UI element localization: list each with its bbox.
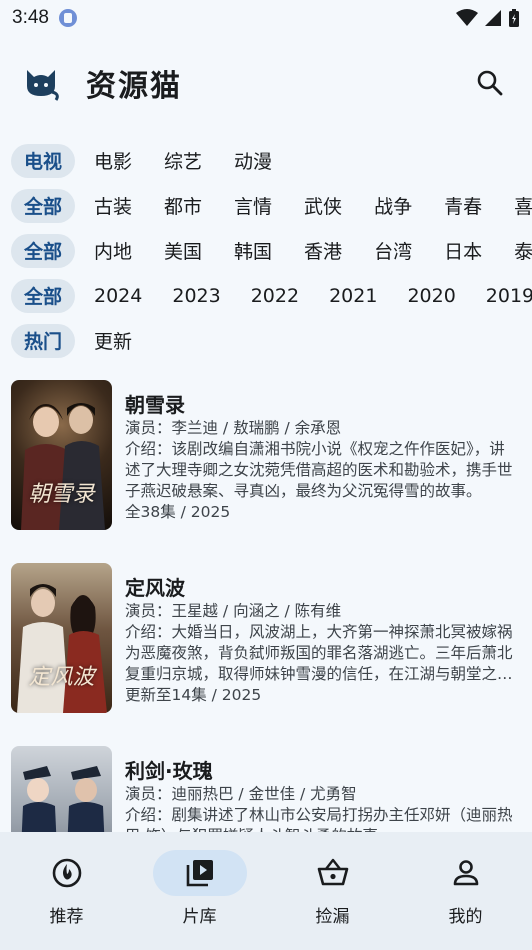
status-bar: 3:48 <box>0 0 532 36</box>
search-button[interactable] <box>470 63 510 103</box>
show-meta: 全38集 / 2025 <box>125 503 231 521</box>
show-cast: 演员：迪丽热巴 / 金世佳 / 尤勇智 <box>125 785 357 803</box>
filter-row-region: 全部 内地 美国 韩国 香港 台湾 日本 泰 <box>0 228 532 273</box>
nav-tab-recommend[interactable]: 推荐 <box>0 832 133 950</box>
show-cast: 演员：李兰迪 / 敖瑞鹏 / 余承恩 <box>125 419 342 437</box>
show-title: 朝雪录 <box>125 393 185 417</box>
show-description: 介绍：剧集讲述了林山市公安局打拐办主任邓妍（迪丽热巴 饰）与犯罪嫌疑人斗智斗勇的… <box>125 806 513 832</box>
nav-indicator <box>286 850 380 896</box>
filter-option[interactable]: 更新 <box>94 327 132 354</box>
filter-panel: 电视 电影 综艺 动漫 全部 古装 都市 言情 武侠 战争 青春 喜 全部 内地… <box>0 138 532 363</box>
nav-label: 片库 <box>182 907 217 927</box>
person-icon <box>453 860 478 886</box>
filter-option[interactable]: 美国 <box>164 237 202 264</box>
show-title: 利剑·玫瑰 <box>125 759 213 783</box>
status-time: 3:48 <box>12 7 49 28</box>
list-item[interactable]: 利剑·玫瑰 演员：迪丽热巴 / 金世佳 / 尤勇智 介绍：剧集讲述了林山市公安局… <box>0 746 532 832</box>
filter-chip-selected[interactable]: 全部 <box>11 188 75 223</box>
filter-option[interactable]: 动漫 <box>234 147 272 174</box>
filter-option[interactable]: 战争 <box>374 192 412 219</box>
nav-indicator <box>152 850 247 896</box>
filter-chip-selected[interactable]: 电视 <box>11 143 75 178</box>
filter-option[interactable]: 2023 <box>172 285 220 307</box>
list-item[interactable]: 朝雪录 朝雪录 演员：李兰迪 / 敖瑞鹏 / 余承恩 介绍：该剧改编自潇湘书院小… <box>0 380 532 530</box>
list-item[interactable]: 定风波 定风波 演员：王星越 / 向涵之 / 陈有维 介绍：大婚当日，风波湖上，… <box>0 563 532 713</box>
filter-row-sort: 热门 更新 <box>0 318 532 363</box>
filter-row-type: 电视 电影 综艺 动漫 <box>0 138 532 183</box>
filter-option[interactable]: 香港 <box>304 237 342 264</box>
nav-tab-profile[interactable]: 我的 <box>399 832 532 950</box>
poster-image: 定风波 <box>11 563 112 713</box>
app-header: 资源猫 <box>0 50 532 116</box>
filter-option[interactable]: 韩国 <box>234 237 272 264</box>
filter-option[interactable]: 都市 <box>164 192 202 219</box>
filter-chip-selected[interactable]: 全部 <box>11 233 75 268</box>
app-notification-icon <box>58 9 77 27</box>
show-info: 利剑·玫瑰 演员：迪丽热巴 / 金世佳 / 尤勇智 介绍：剧集讲述了林山市公安局… <box>125 758 520 832</box>
poster-image: 朝雪录 <box>11 380 112 530</box>
filter-row-genre: 全部 古装 都市 言情 武侠 战争 青春 喜 <box>0 183 532 228</box>
bottom-navigation: 推荐 片库 捡漏 我的 <box>0 832 532 950</box>
cat-logo-icon <box>27 70 59 101</box>
nav-indicator <box>419 850 513 896</box>
nav-label: 我的 <box>448 907 483 927</box>
filter-option[interactable]: 综艺 <box>164 147 202 174</box>
filter-option[interactable]: 2020 <box>407 285 455 307</box>
show-info: 朝雪录 演员：李兰迪 / 敖瑞鹏 / 余承恩 介绍：该剧改编自潇湘书院小说《权宠… <box>125 392 520 523</box>
filter-option[interactable]: 台湾 <box>374 237 412 264</box>
filter-row-year: 全部 2024 2023 2022 2021 2020 2019 <box>0 273 532 318</box>
filter-option[interactable]: 电影 <box>94 147 132 174</box>
wifi-icon <box>456 9 478 26</box>
basket-icon <box>317 858 348 886</box>
nav-label: 捡漏 <box>315 907 350 927</box>
filter-option[interactable]: 2024 <box>94 285 142 307</box>
filter-chip-selected[interactable]: 全部 <box>11 278 75 313</box>
battery-icon <box>509 9 519 27</box>
filter-option[interactable]: 2019 <box>486 285 532 307</box>
show-description: 介绍：该剧改编自潇湘书院小说《权宠之仵作医妃》，讲述了大理寺卿之女沈菀凭借高超的… <box>125 440 513 500</box>
recommend-icon <box>52 858 81 888</box>
show-description: 介绍：大婚当日，风波湖上，大齐第一神探萧北冥被嫁祸为恶魔夜煞，背负弑师叛国的罪名… <box>125 623 513 683</box>
library-icon <box>186 860 213 887</box>
poster-title-art: 定风波 <box>28 665 95 690</box>
show-title: 定风波 <box>125 576 185 600</box>
poster-title-art: 朝雪录 <box>28 482 95 507</box>
filter-chip-selected[interactable]: 热门 <box>11 323 75 358</box>
nav-label: 推荐 <box>49 907 84 927</box>
filter-option[interactable]: 武侠 <box>304 192 342 219</box>
show-info: 定风波 演员：王星越 / 向涵之 / 陈有维 介绍：大婚当日，风波湖上，大齐第一… <box>125 575 520 706</box>
cell-signal-icon <box>485 10 501 26</box>
nav-tab-deals[interactable]: 捡漏 <box>266 832 399 950</box>
nav-tab-library[interactable]: 片库 <box>133 832 266 950</box>
search-icon <box>477 70 503 96</box>
filter-option[interactable]: 古装 <box>94 192 132 219</box>
filter-option[interactable]: 喜 <box>514 192 532 219</box>
filter-option[interactable]: 言情 <box>234 192 272 219</box>
nav-indicator <box>20 850 114 896</box>
show-meta: 更新至14集 / 2025 <box>125 686 262 704</box>
show-list: 朝雪录 朝雪录 演员：李兰迪 / 敖瑞鹏 / 余承恩 介绍：该剧改编自潇湘书院小… <box>0 380 532 832</box>
filter-option[interactable]: 青春 <box>444 192 482 219</box>
app-title: 资源猫 <box>86 69 182 104</box>
filter-option[interactable]: 泰 <box>514 237 532 264</box>
filter-option[interactable]: 日本 <box>444 237 482 264</box>
poster-image <box>11 746 112 832</box>
filter-option[interactable]: 内地 <box>94 237 132 264</box>
filter-option[interactable]: 2021 <box>329 285 377 307</box>
show-cast: 演员：王星越 / 向涵之 / 陈有维 <box>125 602 342 620</box>
filter-option[interactable]: 2022 <box>251 285 299 307</box>
